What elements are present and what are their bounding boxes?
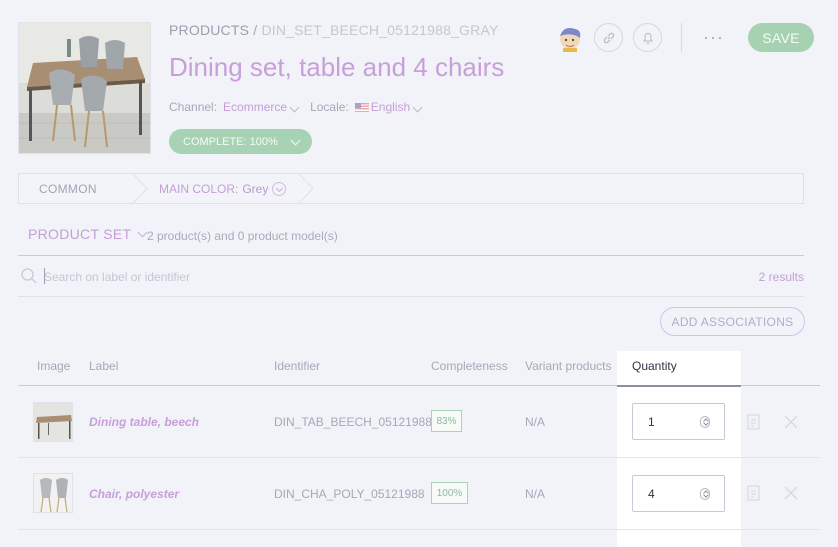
row-thumbnail (33, 473, 73, 513)
divider (18, 296, 804, 297)
close-icon[interactable] (783, 413, 799, 431)
variant-axis-value: Grey (242, 182, 269, 196)
row-divider (18, 457, 820, 458)
quantity-header-underline (617, 385, 741, 387)
more-options-button[interactable]: ··· (703, 28, 724, 46)
locale-selector[interactable]: English (354, 100, 427, 114)
completeness-dropdown[interactable]: COMPLETE: 100% (169, 129, 312, 154)
column-header-variant-products[interactable]: Variant products (525, 359, 612, 373)
context-switcher: Channel: Ecommerce Locale: English (169, 100, 427, 114)
row-thumbnail (33, 402, 73, 442)
edit-document-icon[interactable] (746, 484, 762, 502)
column-header-label[interactable]: Label (89, 359, 118, 373)
quantity-stepper[interactable]: 1 (632, 403, 725, 440)
quantity-value: 1 (648, 414, 655, 429)
breadcrumb-root-link[interactable]: PRODUCTS (169, 22, 249, 38)
toolbar-divider (681, 23, 682, 52)
link-icon (603, 32, 614, 43)
breadcrumb-separator: / (249, 22, 262, 38)
chevron-down-icon (272, 182, 287, 196)
copy-link-button[interactable] (594, 23, 623, 52)
chevron-right-icon (298, 174, 314, 203)
column-header-image: Image (37, 359, 71, 373)
row-identifier: DIN_CHA_POLY_05121988 (274, 487, 425, 501)
add-associations-button[interactable]: ADD ASSOCIATIONS (660, 307, 805, 336)
edit-document-icon[interactable] (746, 413, 762, 431)
row-variant-products: N/A (525, 487, 546, 501)
us-flag-icon (354, 103, 369, 112)
search-input[interactable] (44, 268, 544, 286)
completeness-badge: 83% (431, 410, 462, 432)
stepper-arrows-icon[interactable] (700, 487, 710, 500)
column-header-completeness[interactable]: Completeness (431, 359, 508, 373)
row-identifier: DIN_TAB_BEECH_05121988 (274, 415, 432, 429)
page-title: Dining set, table and 4 chairs (169, 52, 505, 82)
column-header-identifier[interactable]: Identifier (274, 359, 320, 373)
save-button[interactable]: SAVE (748, 23, 814, 52)
close-icon[interactable] (783, 484, 799, 502)
chevron-down-icon (412, 102, 423, 113)
divider (18, 255, 804, 256)
completeness-badge: 100% (431, 482, 468, 504)
breadcrumb-sku: DIN_SET_BEECH_05121988_GRAY (261, 22, 499, 38)
quantity-stepper[interactable]: 4 (632, 475, 725, 512)
chevron-right-icon (132, 174, 148, 203)
row-divider (18, 529, 820, 530)
product-image (18, 22, 151, 154)
results-count: 2 results (758, 270, 804, 284)
variant-level-common[interactable]: COMMON (39, 182, 97, 196)
variant-axis-label: MAIN COLOR: (159, 182, 239, 196)
locale-value: English (370, 100, 411, 114)
variant-navigation: COMMON MAIN COLOR: Grey (18, 173, 804, 204)
search-icon (21, 268, 37, 284)
user-avatar[interactable] (557, 24, 583, 52)
column-header-quantity[interactable]: Quantity (632, 359, 677, 373)
text-cursor (44, 268, 45, 284)
row-label-link[interactable]: Chair, polyester (89, 487, 179, 501)
completeness-label: COMPLETE: 100% (183, 135, 278, 148)
variant-level-main-color[interactable]: MAIN COLOR: Grey (159, 182, 287, 196)
locale-label: Locale: (310, 100, 349, 114)
row-variant-products: N/A (525, 415, 546, 429)
quantity-column-highlight (617, 351, 741, 547)
bell-icon (642, 32, 653, 44)
association-count: 2 product(s) and 0 product model(s) (147, 229, 338, 243)
row-label-link[interactable]: Dining table, beech (89, 415, 199, 429)
stepper-arrows-icon[interactable] (700, 415, 710, 428)
association-type-label: PRODUCT SET (28, 226, 132, 242)
quantity-value: 4 (648, 486, 655, 501)
channel-selector[interactable]: Ecommerce (223, 100, 304, 114)
chevron-down-icon (289, 102, 300, 113)
association-type-selector[interactable]: PRODUCT SET (28, 226, 152, 242)
channel-label: Channel: (169, 100, 218, 114)
chevron-down-icon (290, 135, 301, 145)
notifications-button[interactable] (633, 23, 662, 52)
channel-value: Ecommerce (223, 100, 288, 114)
breadcrumb: PRODUCTS / DIN_SET_BEECH_05121988_GRAY (169, 22, 499, 38)
